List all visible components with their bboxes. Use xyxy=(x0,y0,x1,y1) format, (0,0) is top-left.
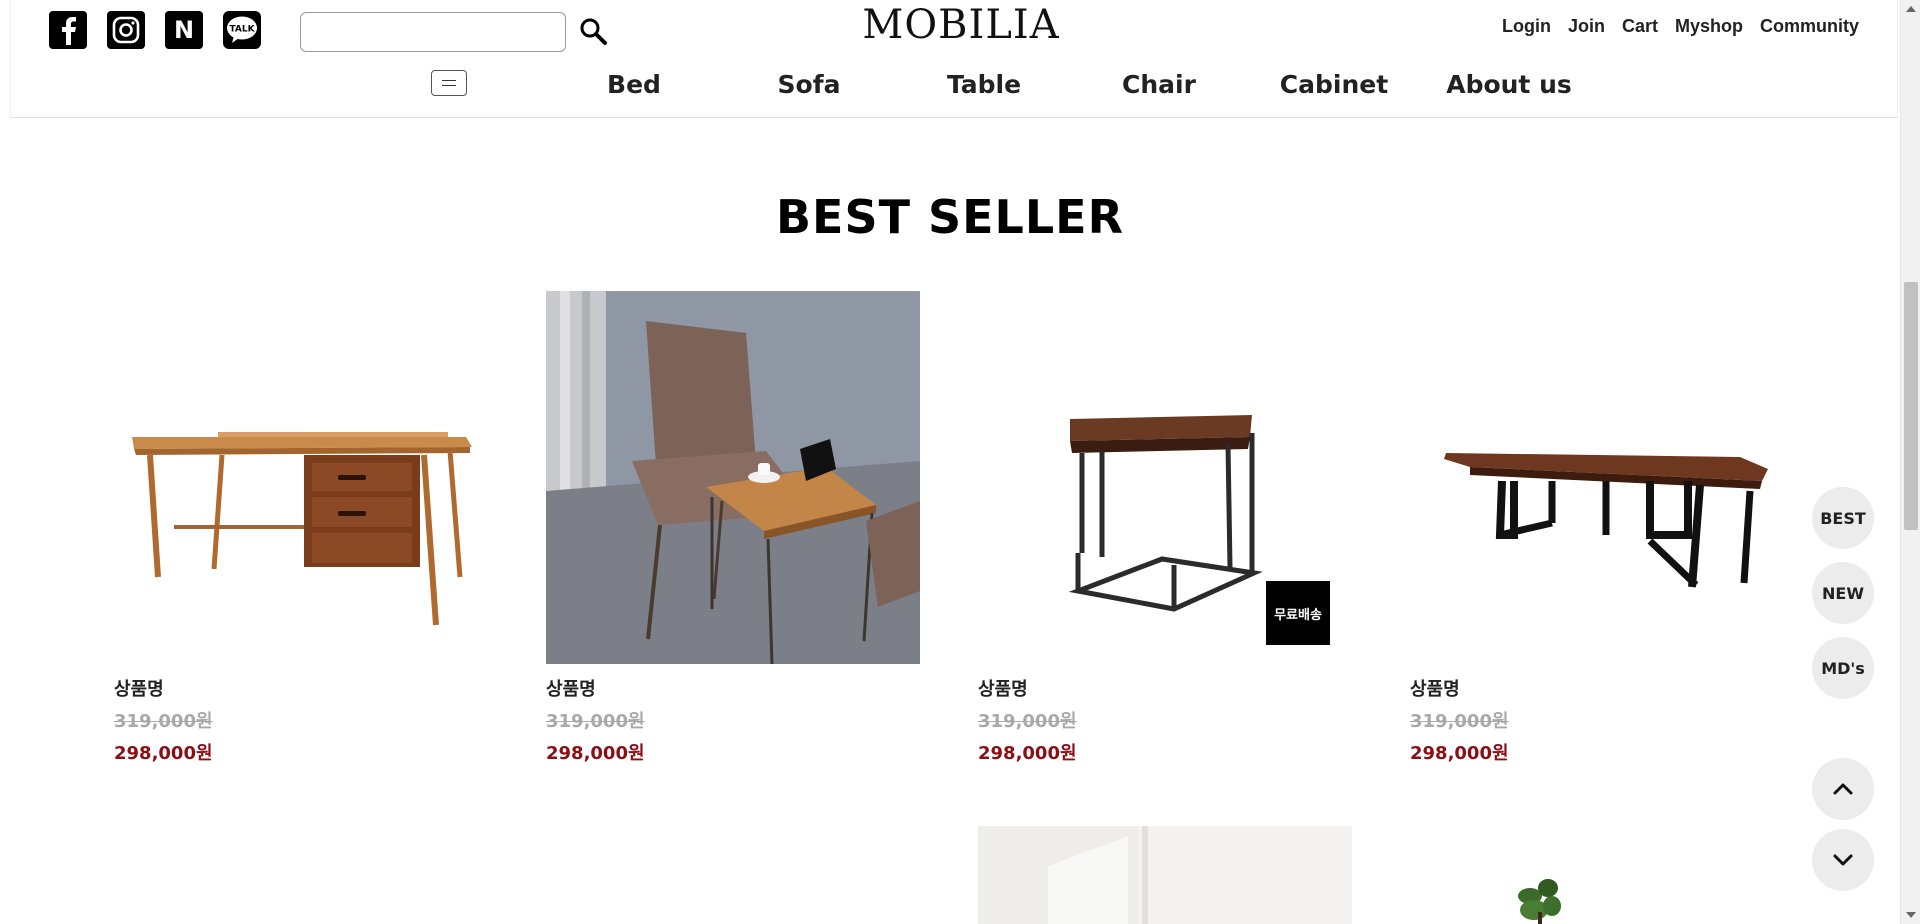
product-sale-price: 298,000원 xyxy=(1410,743,1509,764)
myshop-link[interactable]: Myshop xyxy=(1675,16,1743,37)
nav-item-cabinet[interactable]: Cabinet xyxy=(1254,70,1414,99)
scrollbar-down-arrow[interactable] xyxy=(1906,912,1916,918)
chevron-up-icon xyxy=(1833,783,1853,795)
product-image-partial[interactable] xyxy=(1410,826,1784,924)
product-original-price: 319,000원 xyxy=(546,711,645,732)
chevron-down-icon xyxy=(1833,854,1853,866)
quick-nav-best-button[interactable]: BEST xyxy=(1812,487,1874,549)
product-name[interactable]: 상품명 xyxy=(546,674,920,706)
scroll-down-button[interactable] xyxy=(1812,829,1874,891)
menu-toggle-button[interactable] xyxy=(431,70,467,96)
cart-link[interactable]: Cart xyxy=(1622,16,1658,37)
product-image-chair[interactable] xyxy=(546,291,920,664)
product-sale-price: 298,000원 xyxy=(978,743,1077,764)
product-image-side-table[interactable]: 무료배송 xyxy=(978,291,1352,664)
nav-item-bed[interactable]: Bed xyxy=(554,70,714,99)
nav-item-chair[interactable]: Chair xyxy=(1079,70,1239,99)
product-original-price: 319,000원 xyxy=(978,711,1077,732)
product-original-price: 319,000원 xyxy=(114,711,213,732)
product-image-dining-table[interactable] xyxy=(1410,291,1784,664)
login-link[interactable]: Login xyxy=(1502,16,1551,37)
site-header: N TALK MOBILIA Login Join Cart Myshop Co… xyxy=(10,0,1898,118)
product-card[interactable]: 상품명 319,000원 298,000원 xyxy=(1410,291,1784,770)
product-card[interactable]: 무료배송 상품명 319,000원 298,000원 xyxy=(978,291,1352,770)
join-link[interactable]: Join xyxy=(1568,16,1605,37)
quick-nav-new-button[interactable]: NEW xyxy=(1812,562,1874,624)
account-links: Login Join Cart Myshop Community xyxy=(1502,16,1859,37)
product-original-price: 319,000원 xyxy=(1410,711,1509,732)
product-sale-price: 298,000원 xyxy=(114,743,213,764)
community-link[interactable]: Community xyxy=(1760,16,1859,37)
nav-item-table[interactable]: Table xyxy=(904,70,1064,99)
product-image-desk[interactable] xyxy=(114,291,488,664)
page-scrollbar[interactable] xyxy=(1900,0,1920,924)
nav-item-about-us[interactable]: About us xyxy=(1429,70,1589,99)
scrollbar-thumb[interactable] xyxy=(1904,282,1918,530)
product-name[interactable]: 상품명 xyxy=(1410,674,1784,706)
product-name[interactable]: 상품명 xyxy=(978,674,1352,706)
product-card[interactable]: 상품명 319,000원 298,000원 xyxy=(546,291,920,770)
product-card[interactable]: 상품명 319,000원 298,000원 xyxy=(114,291,488,770)
scroll-up-button[interactable] xyxy=(1812,758,1874,820)
free-shipping-badge: 무료배송 xyxy=(1266,581,1330,645)
section-title: BEST SELLER xyxy=(775,190,1125,244)
nav-item-sofa[interactable]: Sofa xyxy=(729,70,889,99)
product-name[interactable]: 상품명 xyxy=(114,674,488,706)
product-sale-price: 298,000원 xyxy=(546,743,645,764)
menu-icon xyxy=(442,80,456,86)
product-image-partial[interactable] xyxy=(978,826,1352,924)
quick-nav-md-button[interactable]: MD's xyxy=(1812,637,1874,699)
scrollbar-up-arrow[interactable] xyxy=(1906,6,1916,12)
